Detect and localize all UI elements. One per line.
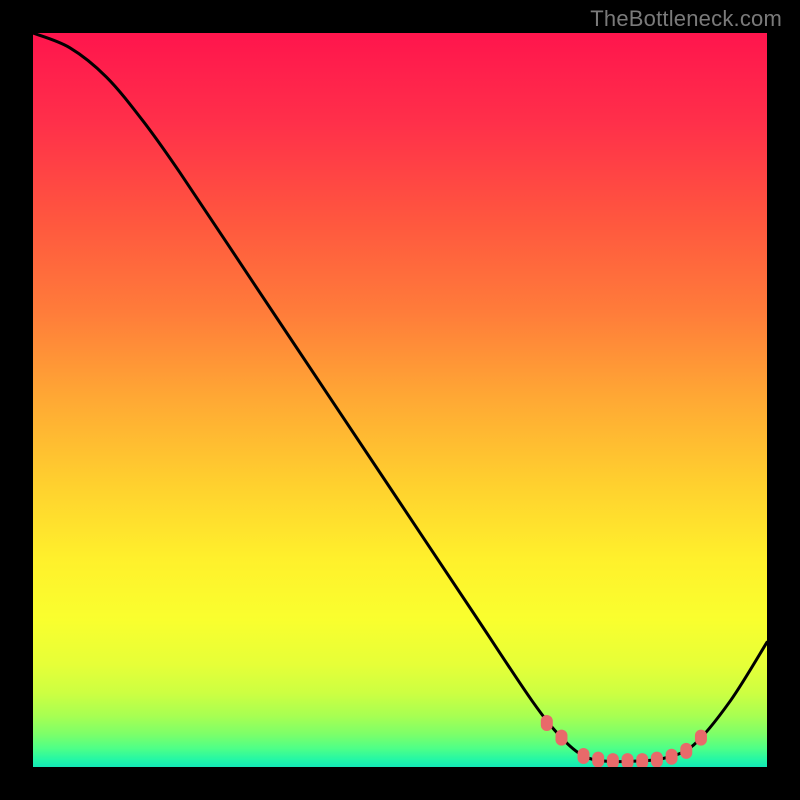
plot-area <box>33 33 767 767</box>
gradient-background <box>33 33 767 767</box>
watermark-text: TheBottleneck.com <box>590 6 782 32</box>
bottleneck-chart: TheBottleneck.com <box>0 0 800 800</box>
